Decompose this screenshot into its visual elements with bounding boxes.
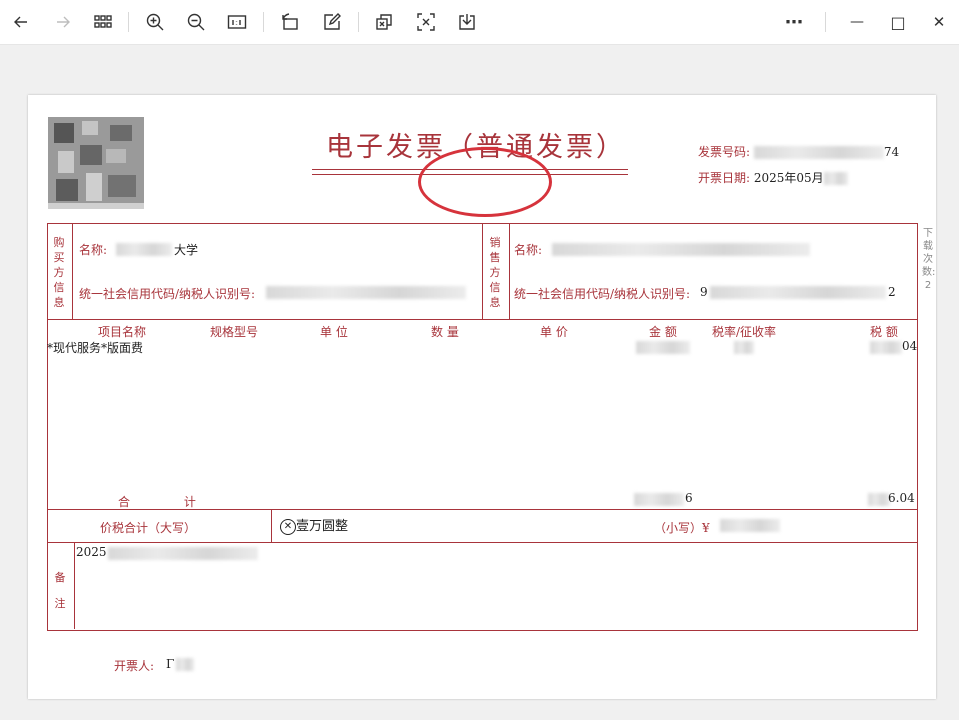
rotate-icon[interactable] (277, 9, 303, 35)
save-icon[interactable] (454, 9, 480, 35)
minimize-icon[interactable]: — (844, 9, 870, 35)
qr-code (48, 117, 144, 209)
buyer-name-label: 名称: (79, 243, 108, 257)
seller-id-suffix: 2 (888, 285, 896, 299)
edit-icon[interactable] (319, 9, 345, 35)
download-count: 下载次数: 2 (922, 228, 936, 291)
grid-view-icon[interactable] (90, 9, 116, 35)
col-unit: 单 位 (320, 325, 348, 339)
zoom-in-icon[interactable] (142, 9, 168, 35)
sum-small-label: （小写）¥ (654, 521, 710, 535)
copy-icon[interactable] (371, 9, 397, 35)
more-options-icon[interactable]: ⋯ (781, 9, 807, 35)
official-seal (418, 147, 552, 217)
col-spec: 规格型号 (210, 325, 259, 339)
seller-section-label: 销售方信息 (489, 236, 501, 309)
total-tax: 6.04 (888, 491, 915, 505)
issuer-value: Γ (166, 657, 175, 671)
maximize-icon[interactable]: □ (885, 9, 911, 35)
circle-x-icon: ✕ (280, 518, 296, 535)
sum-label: 价税合计（大写） (100, 521, 197, 535)
buyer-id-label: 统一社会信用代码/纳税人识别号: (79, 287, 256, 301)
extract-text-icon[interactable] (413, 9, 439, 35)
sum-upper: ✕ 壹万圆整 (280, 515, 348, 535)
total-amount: 6 (685, 491, 693, 505)
zoom-out-icon[interactable] (183, 9, 209, 35)
col-unit-price: 单 价 (540, 325, 568, 339)
buyer-section-label: 购买方信息 (53, 236, 65, 309)
remark-value: 2025 (76, 545, 107, 559)
col-tax-amount: 税 额 (870, 325, 898, 339)
total-label: 合 计 (118, 495, 196, 509)
invoice-number: 发票号码: 74 (698, 145, 900, 159)
issue-date: 开票日期: 2025年05月 (698, 169, 848, 186)
seller-id-prefix: 9 (700, 285, 708, 299)
col-tax-rate: 税率/征收率 (712, 325, 777, 339)
seller-name-label: 名称: (514, 243, 543, 257)
col-item-name: 项目名称 (98, 325, 147, 339)
back-icon[interactable] (8, 9, 34, 35)
issuer-label: 开票人: (114, 659, 155, 673)
col-amount: 金 额 (649, 325, 677, 339)
invoice-page: 电子发票（普通发票） 发票号码: 74 开票日期: 2025年05月 购买方信息… (28, 95, 936, 699)
forward-icon[interactable] (50, 9, 76, 35)
remark-label: 备注 (54, 571, 66, 610)
document-viewport[interactable]: 电子发票（普通发票） 发票号码: 74 开票日期: 2025年05月 购买方信息… (0, 45, 959, 720)
buyer-name-value: 大学 (174, 243, 199, 257)
close-icon[interactable]: ✕ (926, 9, 952, 35)
viewer-toolbar: ⋯ — □ ✕ (0, 0, 959, 45)
col-quantity: 数 量 (431, 325, 459, 339)
item-tax-amount: 04 (902, 339, 918, 353)
item-name: *现代服务*版面费 (47, 341, 144, 355)
actual-size-icon[interactable] (224, 9, 250, 35)
seller-id-label: 统一社会信用代码/纳税人识别号: (514, 287, 691, 301)
